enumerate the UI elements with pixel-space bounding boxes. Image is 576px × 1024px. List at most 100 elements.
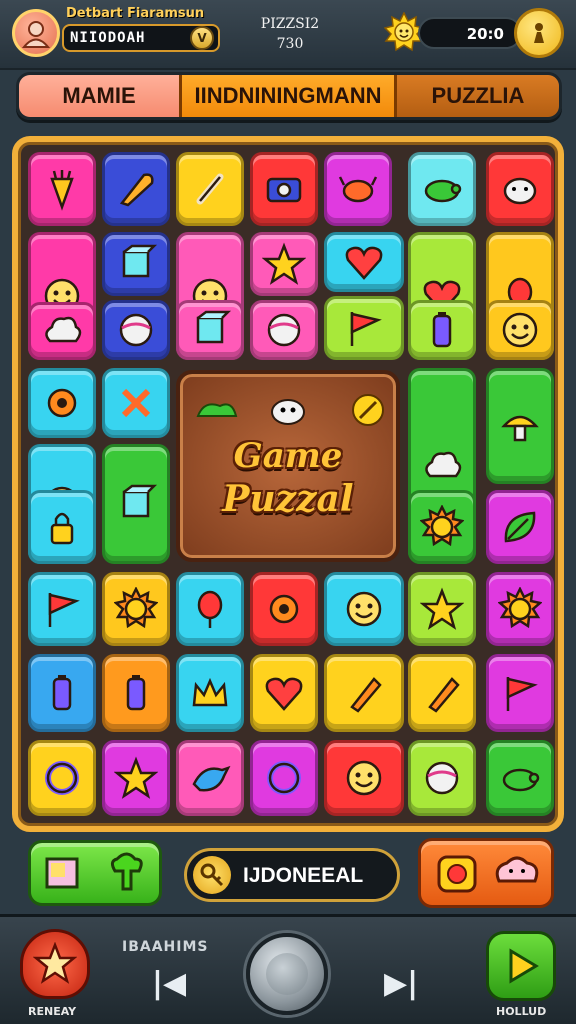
play-disc-button[interactable]: [246, 933, 328, 1015]
puzzle-tile[interactable]: [176, 300, 244, 360]
stats-line-1: PIZZSI2: [260, 16, 320, 32]
sun-icon: [420, 505, 464, 547]
player-label: Detbart Fiaramsun: [66, 6, 205, 21]
puzzle-tile[interactable]: [250, 654, 318, 732]
puzzle-tile[interactable]: [250, 232, 318, 296]
puzzle-tile[interactable]: [408, 152, 476, 226]
crab-icon: [338, 176, 378, 203]
puzzle-tile[interactable]: [176, 572, 244, 646]
avatar[interactable]: [12, 9, 60, 57]
cow-icon: [503, 177, 537, 205]
ball-icon: [267, 313, 301, 347]
extras-button[interactable]: [418, 838, 554, 908]
tab-mamie[interactable]: MAMIE: [19, 75, 179, 117]
leaf-icon: [504, 511, 536, 543]
game-title-line-2: Puzzal: [222, 478, 354, 520]
disc-center: [266, 953, 308, 995]
puzzle-tile[interactable]: [486, 368, 554, 484]
egg-icon: [119, 313, 153, 347]
skip-next-icon[interactable]: ▶|: [384, 969, 418, 999]
puzzle-tile[interactable]: [250, 152, 318, 226]
search-text: IJDONEEAL: [243, 864, 364, 887]
cloud-icon: [45, 316, 82, 343]
puzzle-tile[interactable]: [250, 300, 318, 360]
puzzle-tile[interactable]: [408, 300, 476, 360]
puzzle-tile[interactable]: [324, 572, 404, 646]
puzzle-tile[interactable]: [102, 654, 170, 732]
bird-icon: [192, 765, 231, 792]
stats-line-2: 730: [276, 36, 304, 52]
mode-tabs: MAMIE IINDNININGMANN PUZZLIA: [16, 72, 562, 120]
swirl-icon: [267, 761, 301, 795]
puzzle-tile[interactable]: [486, 572, 554, 646]
puzzle-tile[interactable]: [250, 572, 318, 646]
heart-icon: [345, 246, 383, 280]
puzzle-tile[interactable]: [28, 740, 96, 816]
bottle-icon: [126, 675, 146, 711]
puzzle-tile[interactable]: [176, 152, 244, 226]
sun-icon: [498, 587, 542, 629]
cube-icon: [122, 244, 158, 278]
puzzle-tile[interactable]: [486, 740, 554, 816]
puzzle-tile[interactable]: [28, 368, 96, 438]
puzzle-tile[interactable]: [486, 152, 554, 226]
puzzle-tile[interactable]: [324, 740, 404, 816]
lock-icon: [50, 512, 74, 545]
tab-center[interactable]: IINDNININGMANN: [179, 75, 397, 117]
play-button[interactable]: [486, 931, 556, 1001]
skip-previous-icon[interactable]: |◀: [152, 969, 186, 999]
mid-label: IBAAHIMS: [122, 939, 209, 955]
puzzle-tile[interactable]: [102, 300, 170, 360]
tab-puzzlia[interactable]: PUZZLIA: [397, 75, 559, 117]
puzzle-tile[interactable]: [486, 490, 554, 564]
cube-and-tree-icon: [45, 852, 143, 891]
ring-and-cloud-icon: [437, 855, 539, 893]
puzzle-tile[interactable]: [486, 654, 554, 732]
bottom-nav: RENEAY IBAAHIMS |◀ ▶| HOLLUD: [0, 914, 576, 1024]
puzzle-tile[interactable]: [324, 296, 404, 360]
ring-icon: [45, 761, 79, 795]
coin-icon[interactable]: [514, 8, 564, 58]
puzzle-tile[interactable]: [176, 740, 244, 816]
puzzle-tile[interactable]: [250, 740, 318, 816]
puzzle-tile[interactable]: [102, 368, 170, 438]
avatar-face-icon: [21, 21, 51, 48]
puzzle-tile[interactable]: [28, 654, 96, 732]
puzzle-tile[interactable]: [102, 152, 170, 226]
puzzle-tile[interactable]: [408, 740, 476, 816]
puzzle-tile[interactable]: [102, 572, 170, 646]
person-icon: [534, 23, 544, 43]
brush-icon: [350, 677, 382, 713]
search-bar[interactable]: IJDONEEAL: [184, 848, 400, 902]
score-display: 20:0: [418, 17, 522, 49]
ready-button[interactable]: [20, 929, 90, 999]
puzzle-tile[interactable]: [28, 572, 96, 646]
puzzle-tile[interactable]: [486, 300, 554, 360]
puzzle-tile[interactable]: [408, 490, 476, 564]
chevron-down-icon[interactable]: V: [190, 26, 214, 50]
puzzle-tile[interactable]: [102, 232, 170, 296]
game-logo-panel: Game Puzzal: [176, 370, 400, 562]
key-icon: [193, 856, 231, 894]
logo-decoration-icon: [196, 394, 384, 426]
puzzle-tile[interactable]: [324, 654, 404, 732]
puzzle-tile[interactable]: [176, 654, 244, 732]
star-icon: [114, 756, 158, 799]
star-icon: [420, 587, 464, 630]
top-bar: Detbart Fiaramsun NIIODOAH V PIZZSI2 730…: [0, 0, 576, 70]
puzzle-tile[interactable]: [28, 490, 96, 564]
puzzle-tile[interactable]: [324, 152, 392, 226]
puzzle-tile[interactable]: [102, 740, 170, 816]
puzzle-tile[interactable]: [408, 572, 476, 646]
gear-icon: [269, 594, 299, 624]
puzzle-tile[interactable]: [408, 654, 476, 732]
turtle-icon: [424, 179, 462, 203]
puzzle-tile[interactable]: [102, 444, 170, 564]
smile-face-icon: [346, 591, 382, 627]
rocket-icon: [119, 173, 154, 207]
smile-face-icon: [502, 312, 538, 348]
puzzle-tile[interactable]: [28, 302, 96, 360]
inventory-button[interactable]: [28, 840, 162, 906]
puzzle-tile[interactable]: [324, 232, 404, 292]
puzzle-tile[interactable]: [28, 152, 96, 226]
